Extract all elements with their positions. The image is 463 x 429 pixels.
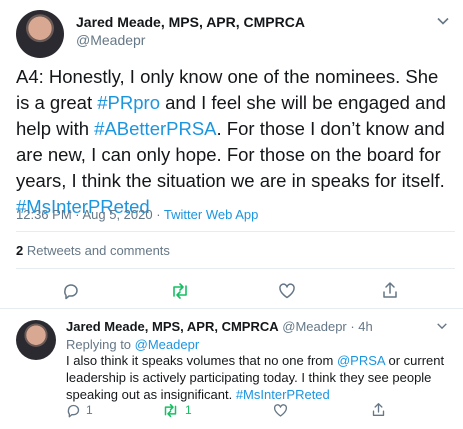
source-link[interactable]: Twitter Web App: [164, 207, 258, 222]
replying-to-handle-link[interactable]: @Meadepr: [135, 337, 200, 352]
reply-text: I also think it speaks volumes that no o…: [66, 352, 451, 403]
share-icon[interactable]: [381, 281, 399, 299]
reply-count: 1: [86, 403, 93, 417]
reply-handle-time[interactable]: @Meadepr · 4h: [282, 319, 373, 334]
hashtag-link[interactable]: #PRpro: [97, 92, 160, 113]
reply-header: Jared Meade, MPS, APR, CMPRCA @Meadepr ·…: [66, 319, 373, 334]
reply-icon[interactable]: [66, 403, 81, 418]
retweets-label: Retweets and comments: [23, 243, 170, 258]
timestamp-text[interactable]: 12:36 PM · Aug 5, 2020 ·: [16, 207, 164, 222]
reply-icon[interactable]: [62, 282, 80, 300]
like-icon[interactable]: [273, 403, 288, 418]
reply-avatar[interactable]: [16, 320, 56, 360]
retweet-count: 1: [185, 403, 192, 417]
replying-to-label: Replying to: [66, 337, 135, 352]
divider: [0, 308, 463, 309]
retweet-icon[interactable]: [162, 403, 179, 418]
tweet-text: A4: Honestly, I only know one of the nom…: [16, 64, 454, 220]
like-icon[interactable]: [278, 282, 296, 300]
hashtag-link[interactable]: #MsInterPReted: [236, 387, 330, 402]
author-handle[interactable]: @Meadepr: [76, 32, 145, 48]
reply-text-segment: I also think it speaks volumes that no o…: [66, 353, 337, 368]
chevron-down-icon[interactable]: [436, 14, 450, 28]
retweets-count-link[interactable]: 2 Retweets and comments: [16, 243, 170, 258]
retweet-icon[interactable]: [170, 282, 190, 300]
reply-author-name[interactable]: Jared Meade, MPS, APR, CMPRCA: [66, 319, 279, 334]
replying-to: Replying to @Meadepr: [66, 336, 199, 353]
divider: [16, 268, 455, 269]
author-name[interactable]: Jared Meade, MPS, APR, CMPRCA: [76, 14, 305, 30]
tweet-timestamp: 12:36 PM · Aug 5, 2020 · Twitter Web App: [16, 207, 258, 222]
mention-link[interactable]: @PRSA: [337, 353, 385, 368]
avatar[interactable]: [16, 10, 64, 58]
hashtag-link[interactable]: #ABetterPRSA: [94, 118, 216, 139]
chevron-down-icon[interactable]: [436, 320, 448, 332]
share-icon[interactable]: [371, 402, 386, 417]
divider: [16, 231, 455, 232]
